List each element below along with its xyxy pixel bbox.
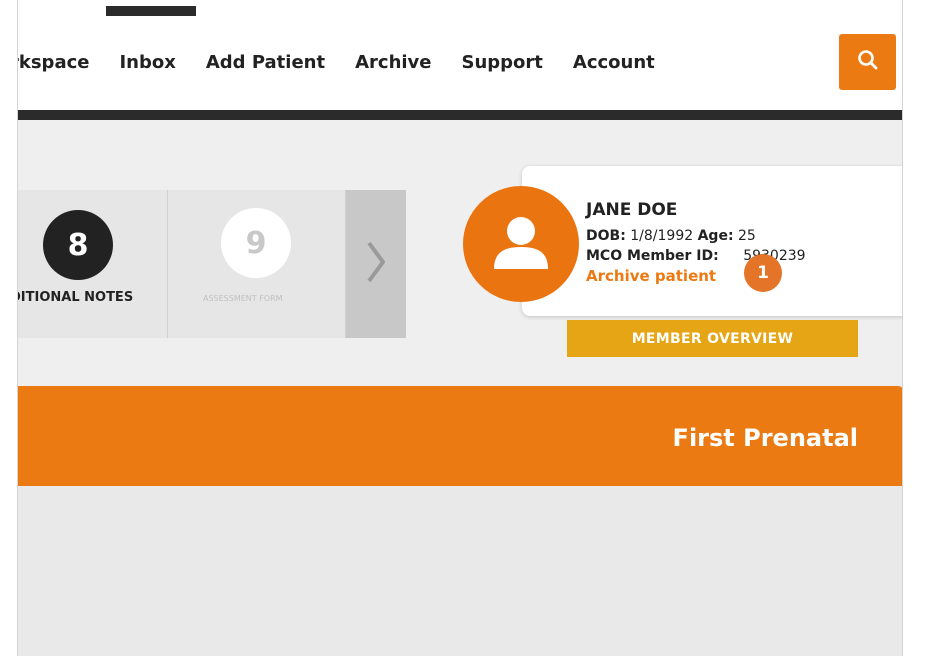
- age-value: 25: [738, 228, 756, 244]
- main-nav: rkspace Inbox Add Patient Archive Suppor…: [18, 48, 685, 76]
- topbar-divider: [18, 110, 902, 120]
- section-header-bar: First Prenatal: [18, 386, 902, 486]
- callout-badge: 1: [744, 254, 782, 292]
- nav-item-inbox[interactable]: Inbox: [119, 52, 175, 73]
- patient-dob-age: DOB: 1/8/1992 Age: 25: [586, 228, 756, 244]
- tile-assessment-form[interactable]: 9 ASSESSMENT FORM: [168, 190, 346, 338]
- dob-value: 1/8/1992: [630, 228, 694, 244]
- archive-patient-link[interactable]: Archive patient: [586, 267, 716, 285]
- tiles-next-button[interactable]: [346, 190, 406, 338]
- nav-item-account[interactable]: Account: [573, 52, 655, 73]
- nav-item-workspace[interactable]: rkspace: [18, 52, 89, 73]
- search-icon: [857, 49, 879, 75]
- mco-label: MCO Member ID:: [586, 248, 719, 264]
- chevron-right-icon: [364, 240, 388, 288]
- user-icon: [486, 207, 556, 281]
- tile-label: DITIONAL NOTES: [17, 290, 134, 305]
- section-title: First Prenatal: [672, 424, 858, 452]
- nav-item-archive[interactable]: Archive: [355, 52, 431, 73]
- patient-avatar: [463, 186, 579, 302]
- tile-number-badge: 9: [221, 208, 291, 278]
- patient-name: JANE DOE: [586, 200, 678, 220]
- tile-label: ASSESSMENT FORM: [203, 294, 283, 303]
- tile-number-badge: 8: [43, 210, 113, 280]
- top-navigation-bar: rkspace Inbox Add Patient Archive Suppor…: [18, 0, 902, 110]
- age-label: Age:: [697, 228, 734, 244]
- member-overview-button[interactable]: MEMBER OVERVIEW: [567, 320, 858, 357]
- active-tab-marker: [106, 6, 196, 16]
- search-button[interactable]: [839, 34, 896, 90]
- app-frame: rkspace Inbox Add Patient Archive Suppor…: [17, 0, 903, 656]
- dob-label: DOB:: [586, 228, 626, 244]
- nav-item-add-patient[interactable]: Add Patient: [206, 52, 325, 73]
- tile-additional-notes[interactable]: 8 DITIONAL NOTES: [18, 190, 168, 338]
- nav-item-support[interactable]: Support: [462, 52, 543, 73]
- step-tiles: 8 DITIONAL NOTES 9 ASSESSMENT FORM: [18, 190, 406, 338]
- content-panel: [18, 486, 902, 656]
